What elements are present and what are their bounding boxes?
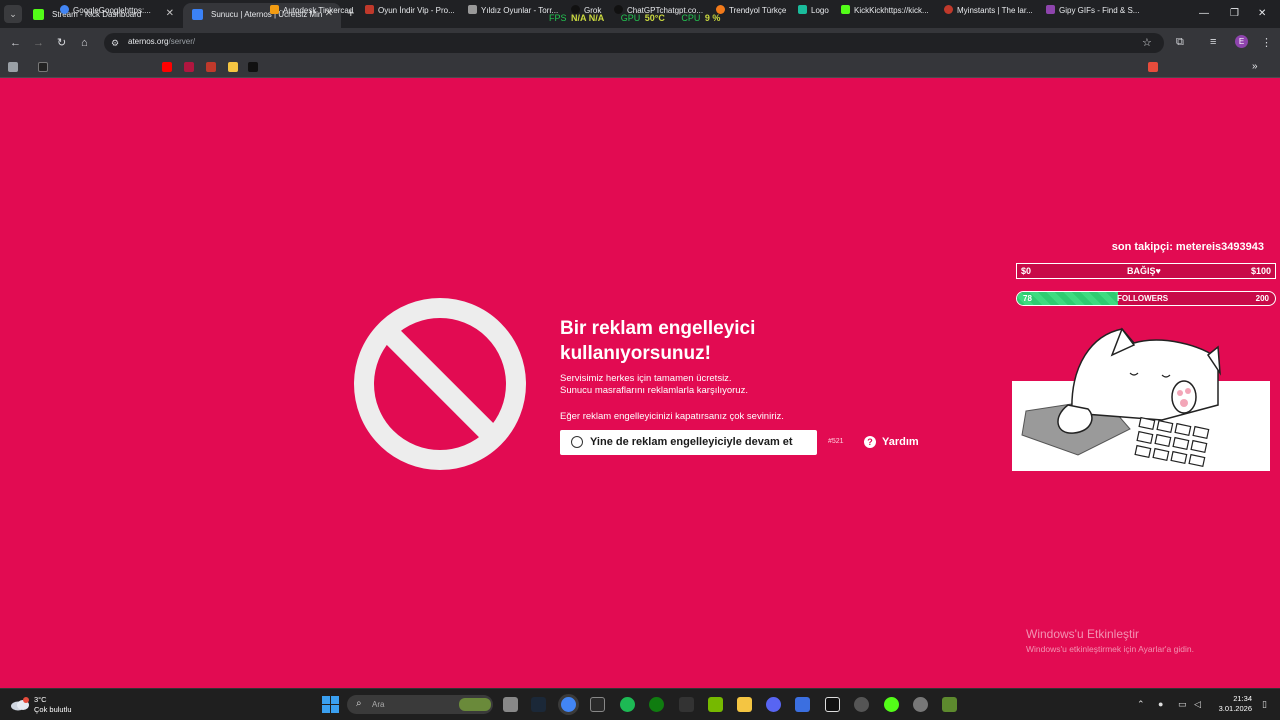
activation-watermark-text: Windows'u etkinleştirmek için Ayarlar'a … <box>1026 644 1194 654</box>
notice-text: Servisimiz herkes için tamamen ücretsiz. <box>560 373 732 384</box>
bookmark-google[interactable]: GoogleGooglehttps:... <box>60 5 151 15</box>
apps-grid-icon[interactable] <box>8 62 18 72</box>
activation-watermark-title: Windows'u Etkinleştir <box>1026 627 1139 641</box>
bongo-cat-image <box>1012 327 1270 471</box>
url-text[interactable]: aternos.org/server/ <box>128 37 195 46</box>
maximize-icon[interactable]: ❐ <box>1230 8 1239 19</box>
task-view-icon[interactable] <box>503 697 518 712</box>
epic-games-icon[interactable] <box>590 697 605 712</box>
bookmark-icon[interactable] <box>248 62 258 72</box>
menu-kebab-icon[interactable]: ⋮ <box>1261 36 1272 49</box>
bookmark-icon[interactable] <box>184 62 194 72</box>
home-icon[interactable]: ⌂ <box>81 37 88 49</box>
close-tab-icon[interactable]: ✕ <box>166 8 174 19</box>
bookmark-icon[interactable] <box>206 62 216 72</box>
capcut-icon[interactable] <box>825 697 840 712</box>
minecraft-icon[interactable] <box>942 697 957 712</box>
continue-with-adblock-button[interactable]: Yine de reklam engelleyiciyle devam et <box>560 430 817 455</box>
search-placeholder: Ara <box>372 700 385 709</box>
minimize-icon[interactable]: — <box>1199 8 1209 19</box>
search-highlight-icon <box>459 698 491 711</box>
notification-icon[interactable]: ▯ <box>1262 699 1267 710</box>
cloud-icon[interactable] <box>10 697 30 711</box>
notice-text: Sunucu masraflarını reklamlarla karşılıy… <box>560 385 748 396</box>
bookmark-grok[interactable]: Grok <box>571 5 601 15</box>
no-entry-icon <box>354 298 526 470</box>
bookmark-chatgpt[interactable]: ChatGPTchatgpt.co... <box>614 5 703 15</box>
smile-icon <box>571 436 583 448</box>
volume-icon[interactable]: ◁ <box>1194 699 1201 710</box>
obs-icon[interactable] <box>854 697 869 712</box>
media-controls-icon[interactable]: ≡ <box>1210 36 1216 48</box>
aternos-favicon-icon <box>192 9 203 20</box>
spotify-icon[interactable] <box>620 697 635 712</box>
profile-avatar[interactable]: E <box>1235 35 1248 48</box>
last-follower-text: son takipçi: metereis3493943 <box>1111 241 1264 253</box>
bookmark-star-icon[interactable]: ☆ <box>1142 36 1152 49</box>
page-title: Bir reklam engelleyici kullanıyorsunuz! <box>560 318 756 364</box>
notice-text: Eğer reklam engelleyicinizi kapatırsanız… <box>560 411 784 422</box>
site-info-icon[interactable]: ⚙ <box>111 37 119 49</box>
xbox-icon[interactable] <box>649 697 664 712</box>
kick-favicon-icon <box>33 9 44 20</box>
system-clock[interactable]: 21:34 3.01.2026 <box>1216 694 1252 714</box>
bookmark-icon[interactable] <box>228 62 238 72</box>
back-icon[interactable]: ← <box>10 37 21 49</box>
bookmark-yildiz-oyunlar[interactable]: Yıldız Oyunlar - Torr... <box>468 5 558 15</box>
kick-icon[interactable] <box>884 697 899 712</box>
close-window-icon[interactable]: ✕ <box>1258 8 1266 19</box>
app-icon[interactable] <box>795 697 810 712</box>
tab-search-icon[interactable]: ⌄ <box>4 5 22 23</box>
windows-start-icon[interactable] <box>322 696 339 713</box>
search-icon: ⌕ <box>356 698 362 709</box>
discord-icon[interactable] <box>766 697 781 712</box>
help-link[interactable]: ? Yardım <box>864 436 919 448</box>
bookmark-icon[interactable] <box>1148 62 1158 72</box>
extensions-icon[interactable]: ⧉ <box>1176 36 1184 49</box>
settings-gear-icon[interactable] <box>913 697 928 712</box>
error-code: #521 <box>828 438 844 445</box>
help-icon: ? <box>864 436 876 448</box>
bookmark-myinstants[interactable]: Myinstants | The lar... <box>944 5 1033 15</box>
donation-goal-bar: $0 BAĞIŞ♥ $100 <box>1016 263 1276 279</box>
followers-progress-fill <box>1017 292 1118 305</box>
show-hidden-icons-icon[interactable]: ⌃ <box>1137 699 1145 710</box>
reload-icon[interactable]: ↻ <box>57 37 66 49</box>
nvidia-icon[interactable] <box>708 697 723 712</box>
network-icon[interactable]: ▭ <box>1178 699 1187 710</box>
microphone-icon[interactable]: ● <box>1158 699 1163 709</box>
weather-widget[interactable]: 3°C Çok bulutlu <box>34 695 72 715</box>
bookmark-tinkercad[interactable]: Autodesk Tinkercad <box>270 5 353 15</box>
address-bar[interactable] <box>104 33 1164 53</box>
bookmark-trendyol[interactable]: Trendyol Türkçe <box>716 5 786 15</box>
bookmark-oyun-indir[interactable]: Oyun İndir Vip - Pro... <box>365 5 455 15</box>
bookmark-logo[interactable]: Logo <box>798 5 829 15</box>
bookmark-kick[interactable]: KickKickhttps://kick... <box>841 5 929 15</box>
more-bookmarks-icon[interactable]: » <box>1252 61 1258 72</box>
followers-goal-bar: 78 FOLLOWERS 200 <box>1016 291 1276 306</box>
steam-icon[interactable] <box>531 697 546 712</box>
app-icon[interactable] <box>679 697 694 712</box>
bookmark-icon[interactable] <box>38 62 48 72</box>
taskbar <box>0 688 1280 720</box>
chrome-icon[interactable] <box>561 697 576 712</box>
forward-icon[interactable]: → <box>33 37 44 49</box>
file-explorer-icon[interactable] <box>737 697 752 712</box>
youtube-icon[interactable] <box>162 62 172 72</box>
bookmark-giphy[interactable]: Gipy GIFs - Find & S... <box>1046 5 1139 15</box>
